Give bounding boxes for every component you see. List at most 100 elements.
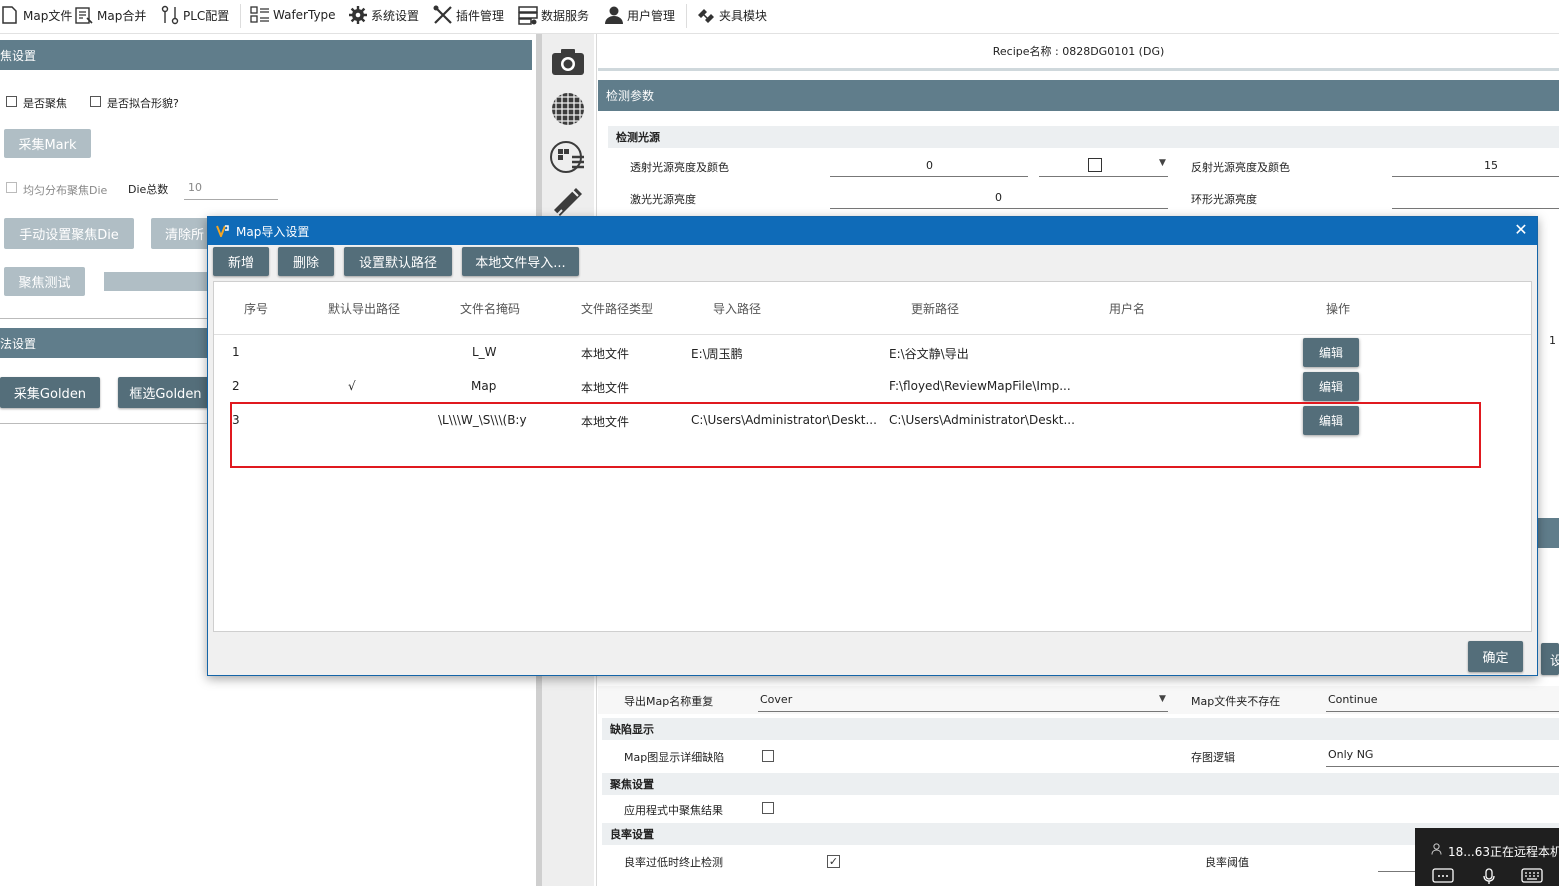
laser-light-value[interactable]: 0 bbox=[995, 191, 1002, 204]
row-index: 1 bbox=[232, 345, 240, 359]
row-index: 2 bbox=[232, 379, 240, 393]
save-logic-value[interactable]: Only NG bbox=[1328, 748, 1373, 761]
algorithm-settings-title: 法设置 bbox=[0, 336, 37, 351]
folder-missing-value[interactable]: Continue bbox=[1328, 693, 1377, 706]
delete-button[interactable]: 删除 bbox=[278, 247, 334, 276]
edge-section-bar bbox=[1537, 518, 1559, 548]
defect-display-header: 缺陷显示 bbox=[602, 718, 1559, 740]
chevron-down-icon[interactable]: ▼ bbox=[1159, 158, 1166, 168]
toolbar-map-merge-label: Map合并 bbox=[97, 8, 147, 23]
person-icon bbox=[1431, 843, 1442, 858]
microphone-icon[interactable] bbox=[1482, 868, 1496, 887]
toolbar-fixture-module-label: 夹具模块 bbox=[719, 8, 768, 23]
ring-light-label: 环形光源亮度 bbox=[1191, 193, 1257, 206]
recipe-name-text: Recipe名称 : 0828DG0101 (DG) bbox=[992, 45, 1165, 58]
toolbar-user-management[interactable]: 用户管理 bbox=[604, 0, 675, 30]
die-total-label: Die总数 bbox=[128, 183, 169, 196]
row-update-path: E:\谷文静\导出 bbox=[889, 347, 969, 361]
export-dup-value[interactable]: Cover bbox=[760, 693, 792, 706]
chevron-down-icon[interactable]: ▼ bbox=[1159, 694, 1166, 704]
uniform-focus-label: 均匀分布聚焦Die bbox=[23, 184, 108, 197]
row-path-type: 本地文件 bbox=[581, 381, 630, 395]
light-source-title: 检测光源 bbox=[616, 131, 660, 144]
trans-light-value[interactable]: 0 bbox=[926, 159, 933, 172]
ok-button[interactable]: 确定 bbox=[1468, 641, 1523, 672]
highlight-box bbox=[230, 402, 1481, 468]
column-header-update-path: 更新路径 bbox=[911, 302, 960, 316]
export-dup-label: 导出Map名称重复 bbox=[624, 695, 714, 708]
column-header-import-path: 导入路径 bbox=[713, 302, 762, 316]
collect-mark-button[interactable]: 采集Mark bbox=[4, 129, 91, 158]
remote-status-text: 18...63正在远程本机 bbox=[1448, 845, 1559, 859]
row-import-path: E:\周玉鹏 bbox=[691, 347, 743, 361]
apply-focus-checkbox[interactable] bbox=[762, 802, 774, 814]
toolbar-system-settings[interactable]: 系统设置 bbox=[348, 0, 419, 30]
local-file-import-button[interactable]: 本地文件导入... bbox=[462, 247, 579, 276]
focus-settings-subheader: 聚焦设置 bbox=[602, 773, 1559, 795]
edit-button[interactable]: 编辑 bbox=[1303, 338, 1359, 367]
column-header-path-type: 文件路径类型 bbox=[581, 302, 654, 316]
toolbar-plugin-management[interactable]: 插件管理 bbox=[433, 0, 504, 30]
table-row[interactable]: 2 √ Map 本地文件 F:\floyed\ReviewMapFile\Imp… bbox=[214, 372, 1531, 406]
tools-icon bbox=[433, 5, 453, 25]
recipe-divider bbox=[598, 68, 1559, 71]
table-row[interactable]: 1 L_W 本地文件 E:\周玉鹏 E:\谷文静\导出 编辑 bbox=[214, 338, 1531, 372]
focus-test-button[interactable]: 聚焦测试 bbox=[4, 267, 85, 296]
toolbar-data-service[interactable]: 数据服务 bbox=[518, 0, 589, 30]
close-icon[interactable]: ✕ bbox=[1513, 222, 1529, 238]
dialog-title: Map导入设置 bbox=[236, 224, 310, 239]
column-header-username: 用户名 bbox=[1109, 302, 1146, 316]
trans-light-color-swatch[interactable] bbox=[1088, 158, 1102, 172]
remote-session-notification[interactable]: 18...63正在远程本机 bbox=[1415, 828, 1559, 886]
edit-button[interactable]: 编辑 bbox=[1303, 372, 1359, 401]
focus-checkbox-label: 是否聚焦 bbox=[23, 97, 67, 110]
edge-value[interactable]: 1 bbox=[1549, 334, 1556, 347]
focus-progress-bar bbox=[104, 272, 214, 291]
toolbar-map-merge[interactable]: Map合并 bbox=[74, 0, 146, 30]
toolbar-wafer-type[interactable]: WaferType bbox=[250, 0, 336, 30]
folder-missing-label: Map文件夹不存在 bbox=[1191, 695, 1281, 708]
user-icon bbox=[604, 5, 624, 25]
clear-button[interactable]: 清除所 bbox=[151, 218, 211, 249]
map-import-dialog: Map导入设置 ✕ 新增 删除 设置默认路径 本地文件导入... 序号 默认导出… bbox=[207, 216, 1538, 676]
ruler-tool-icon[interactable] bbox=[550, 184, 586, 220]
focus-settings-subtitle: 聚焦设置 bbox=[610, 778, 654, 791]
uniform-focus-checkbox[interactable] bbox=[6, 182, 17, 193]
toolbar-wafer-type-label: WaferType bbox=[273, 8, 336, 22]
die-total-value[interactable]: 10 bbox=[188, 181, 202, 194]
focus-settings-header: 焦设置 bbox=[0, 40, 532, 70]
camera-icon[interactable] bbox=[550, 44, 586, 80]
select-golden-button[interactable]: 框选Golden bbox=[118, 377, 213, 408]
set-default-path-button[interactable]: 设置默认路径 bbox=[344, 247, 452, 276]
light-source-header: 检测光源 bbox=[608, 126, 1559, 148]
yield-stop-checkbox[interactable]: ✓ bbox=[827, 855, 840, 868]
yield-settings-title: 良率设置 bbox=[610, 828, 654, 841]
detect-params-title: 检测参数 bbox=[606, 89, 655, 103]
map-detail-checkbox[interactable] bbox=[762, 750, 774, 762]
row-filename-mask: Map bbox=[471, 379, 497, 393]
detect-params-header: 检测参数 bbox=[598, 80, 1559, 111]
column-header-actions: 操作 bbox=[1326, 302, 1351, 316]
fit-topography-checkbox[interactable] bbox=[90, 96, 101, 107]
toolbar-fixture-module[interactable]: 夹具模块 bbox=[696, 0, 767, 30]
dialog-title-bar[interactable]: Map导入设置 ✕ bbox=[208, 217, 1537, 245]
focus-checkbox[interactable] bbox=[6, 96, 17, 107]
toolbar-map-file-label: Map文件 bbox=[23, 8, 73, 23]
plc-icon bbox=[160, 5, 180, 25]
collect-golden-button[interactable]: 采集Golden bbox=[0, 377, 100, 408]
refl-light-value[interactable]: 15 bbox=[1484, 159, 1498, 172]
partial-button[interactable]: 设 bbox=[1541, 643, 1559, 675]
chat-icon[interactable] bbox=[1432, 868, 1454, 887]
add-button[interactable]: 新增 bbox=[213, 247, 269, 276]
wafer-map-list-icon[interactable] bbox=[550, 139, 586, 175]
toolbar-map-file[interactable]: Map文件 bbox=[0, 0, 72, 30]
toolbar-plc[interactable]: PLC配置 bbox=[160, 0, 229, 30]
wafer-grid-icon[interactable] bbox=[550, 91, 586, 127]
column-header-index: 序号 bbox=[244, 302, 269, 316]
refl-light-label: 反射光源亮度及颜色 bbox=[1191, 161, 1290, 174]
keyboard-icon[interactable] bbox=[1521, 868, 1543, 887]
manual-focus-die-button[interactable]: 手动设置聚焦Die bbox=[4, 218, 134, 249]
wafer-type-icon bbox=[250, 5, 270, 25]
row-default-export: √ bbox=[348, 379, 356, 393]
export-dup-underline bbox=[758, 711, 1168, 712]
